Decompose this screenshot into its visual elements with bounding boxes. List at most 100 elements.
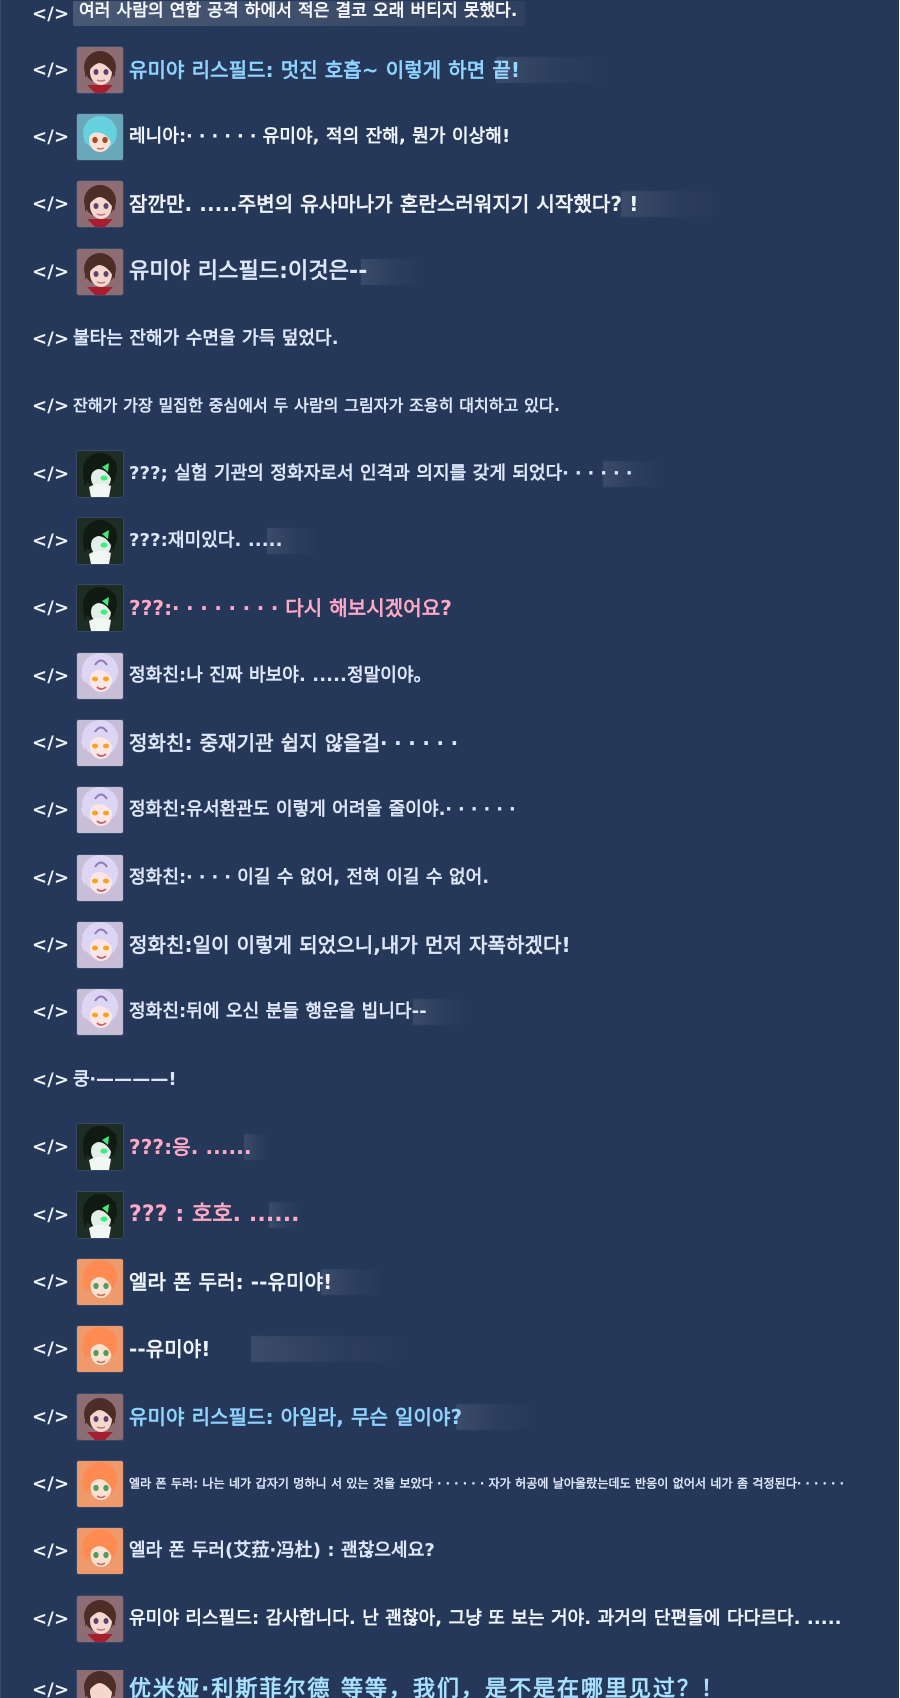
message-row: </> 정화친: 중재기관 쉽지 않을걸‧ ‧ ‧ ‧ ‧ ‧ <box>1 709 900 776</box>
message-text: --유미야! <box>129 1337 211 1362</box>
unknown-avatar <box>77 585 123 632</box>
message-row: </> 엘라 폰 두러: 나는 네가 갑자기 멍하니 서 있는 것을 보았다 ‧… <box>1 1450 900 1517</box>
unknown-avatar-image <box>77 1124 123 1171</box>
unknown-avatar <box>77 518 123 565</box>
code-tag: </> <box>32 328 70 350</box>
text-fade-effect <box>456 1403 540 1430</box>
jeonghwachin-avatar-image <box>77 989 123 1036</box>
code-tag: </> <box>32 597 70 619</box>
code-tag: </> <box>32 934 70 956</box>
message-text: 유미야 리스필드:이것은-- <box>129 258 368 284</box>
message-text: 유미야 리스필드: 아일라, 무슨 일이야? <box>129 1404 463 1429</box>
code-tag: </> <box>32 530 70 552</box>
message-text: 레니아:‧ ‧ ‧ ‧ ‧ ‧ 유미야, 적의 잔해, 뭔가 이상해! <box>129 126 511 148</box>
jeonghwachin-avatar-image <box>77 922 123 969</box>
message-row: </> 유미야 리스필드:이것은-- <box>1 238 900 305</box>
jeonghwachin-avatar <box>77 922 123 969</box>
message-text: 잔해가 가장 밀집한 중심에서 두 사람의 그림자가 조용히 대치하고 있다. <box>73 396 560 416</box>
yumia-avatar-image <box>77 1393 123 1440</box>
message-row: </> --유미야! <box>1 1316 900 1383</box>
yumia-avatar <box>77 46 123 93</box>
jeonghwachin-avatar-image <box>77 652 123 699</box>
message-text: 정화친:뒤에 오신 분들 행운을 빕니다-- <box>129 1001 427 1023</box>
message-text: 엘라 폰 두러: --유미야! <box>129 1269 333 1294</box>
code-tag: </> <box>32 799 70 821</box>
message-text: 정화친:나 진짜 바보야. .....정말이야。 <box>129 664 432 686</box>
message-text: 쿵‧————! <box>73 1068 177 1090</box>
unknown-avatar <box>77 1191 123 1238</box>
ella-avatar <box>77 1258 123 1305</box>
text-fade-effect <box>361 258 431 285</box>
code-tag: </> <box>32 1271 70 1293</box>
code-tag: </> <box>32 1540 70 1562</box>
yumia-avatar-image <box>77 46 123 93</box>
message-row: </> ???:응. ...... <box>1 1114 900 1181</box>
message-text: 불타는 잔해가 수면을 가득 덮었다. <box>73 328 339 350</box>
message-row: </> 정화친:나 진짜 바보야. .....정말이야。 <box>1 642 900 709</box>
unknown-avatar-image <box>77 585 123 632</box>
text-fade-effect <box>269 1201 303 1228</box>
message-text: 优米娅·利斯菲尔德 等等，我们，是不是在哪里见过？！ <box>129 1676 726 1698</box>
message-row: </> 유미야 리스필드: 감사합니다. 난 괜찮아, 그냥 또 보는 거야. … <box>1 1585 900 1652</box>
jeonghwachin-avatar <box>77 652 123 699</box>
message-row: </> 엘라 폰 두러(艾菈·冯杜) : 괜찮으세요? <box>1 1518 900 1585</box>
yumia-avatar <box>77 1393 123 1440</box>
message-text: 유미야 리스필드: 멋진 호흡~ 이렇게 하면 끝! <box>129 57 521 82</box>
message-text: ???:응. ...... <box>129 1135 252 1160</box>
jeonghwachin-avatar-image <box>77 720 123 767</box>
message-row: </> ???; 실험 기관의 정화자로서 인격과 의지를 갖게 되었다‧ ‧ … <box>1 440 900 507</box>
code-tag: </> <box>32 463 70 485</box>
jeonghwachin-avatar <box>77 787 123 834</box>
jeonghwachin-avatar <box>77 989 123 1036</box>
code-tag: </> <box>32 1338 70 1360</box>
chat-log-page: </> 여러 사람의 연합 공격 하에서 적은 결코 오래 버티지 못했다. <… <box>0 0 900 1698</box>
yumia-avatar-image <box>77 248 123 295</box>
code-tag: </> <box>32 1001 70 1023</box>
message-row: </> 여러 사람의 연합 공격 하에서 적은 결코 오래 버티지 못했다. <box>1 0 900 36</box>
message-row: </> 정화친:뒤에 오신 분들 행운을 빕니다-- <box>1 979 900 1046</box>
renia-avatar-image <box>77 114 123 161</box>
message-text: 정화친:유서환관도 이렇게 어려울 줄이야.‧ ‧ ‧ ‧ ‧ ‧ <box>129 799 516 821</box>
code-tag: </> <box>32 732 70 754</box>
code-tag: </> <box>32 1473 70 1495</box>
code-tag: </> <box>32 665 70 687</box>
message-text: 엘라 폰 두러(艾菈·冯杜) : 괜찮으세요? <box>129 1540 435 1562</box>
jeonghwachin-avatar-image <box>77 787 123 834</box>
message-text: 정화친: 중재기관 쉽지 않을걸‧ ‧ ‧ ‧ ‧ ‧ <box>129 731 458 756</box>
jeonghwachin-avatar <box>77 854 123 901</box>
message-text: 잠깐만. .....주변의 유사마나가 혼란스러워지기 시작했다? ! <box>129 192 639 217</box>
renia-avatar <box>77 114 123 161</box>
yumia-avatar-image <box>77 1670 123 1698</box>
message-row: </> 유미야 리스필드: 멋진 호흡~ 이렇게 하면 끝! <box>1 36 900 103</box>
yumia-avatar-image <box>77 1595 123 1642</box>
message-row: </> ???:재미있다. ..... <box>1 507 900 574</box>
code-tag: </> <box>32 1679 70 1698</box>
partial-message-row: </> 优米娅·利斯菲尔德 等等，我们，是不是在哪里见过？！ <box>1 1670 900 1698</box>
message-row: </> 잔해가 가장 밀집한 중심에서 두 사람의 그림자가 조용히 대치하고 … <box>1 373 900 440</box>
message-text: 엘라 폰 두러: 나는 네가 갑자기 멍하니 서 있는 것을 보았다 ‧ ‧ ‧… <box>129 1476 845 1491</box>
jeonghwachin-avatar-image <box>77 854 123 901</box>
message-text: 여러 사람의 연합 공격 하에서 적은 결코 오래 버티지 못했다. <box>73 1 526 26</box>
message-text: 정화친:일이 이렇게 되었으니,내가 먼저 자폭하겠다! <box>129 933 571 958</box>
ella-avatar-image <box>77 1460 123 1507</box>
ella-avatar <box>77 1528 123 1575</box>
text-fade-effect <box>603 460 665 487</box>
code-tag: </> <box>32 1204 70 1226</box>
code-tag: </> <box>32 395 70 417</box>
text-fade-effect <box>251 1336 421 1363</box>
yumia-avatar <box>77 248 123 295</box>
unknown-avatar <box>77 450 123 497</box>
message-row: </> 엘라 폰 두러: --유미야! <box>1 1248 900 1315</box>
ella-avatar <box>77 1326 123 1373</box>
unknown-avatar-image <box>77 1191 123 1238</box>
message-row: </> 잠깐만. .....주변의 유사마나가 혼란스러워지기 시작했다? ! <box>1 171 900 238</box>
ella-avatar <box>77 1460 123 1507</box>
code-tag: </> <box>32 261 70 283</box>
code-tag: </> <box>32 126 70 148</box>
text-fade-effect <box>621 191 729 218</box>
message-text: ???:재미있다. ..... <box>129 530 283 552</box>
chat-log-panel: </> 여러 사람의 연합 공격 하에서 적은 결코 오래 버티지 못했다. <… <box>0 0 900 1698</box>
message-text: 유미야 리스필드: 감사합니다. 난 괜찮아, 그냥 또 보는 거야. 과거의 … <box>129 1607 842 1629</box>
unknown-avatar <box>77 1124 123 1171</box>
text-fade-effect <box>496 56 614 83</box>
